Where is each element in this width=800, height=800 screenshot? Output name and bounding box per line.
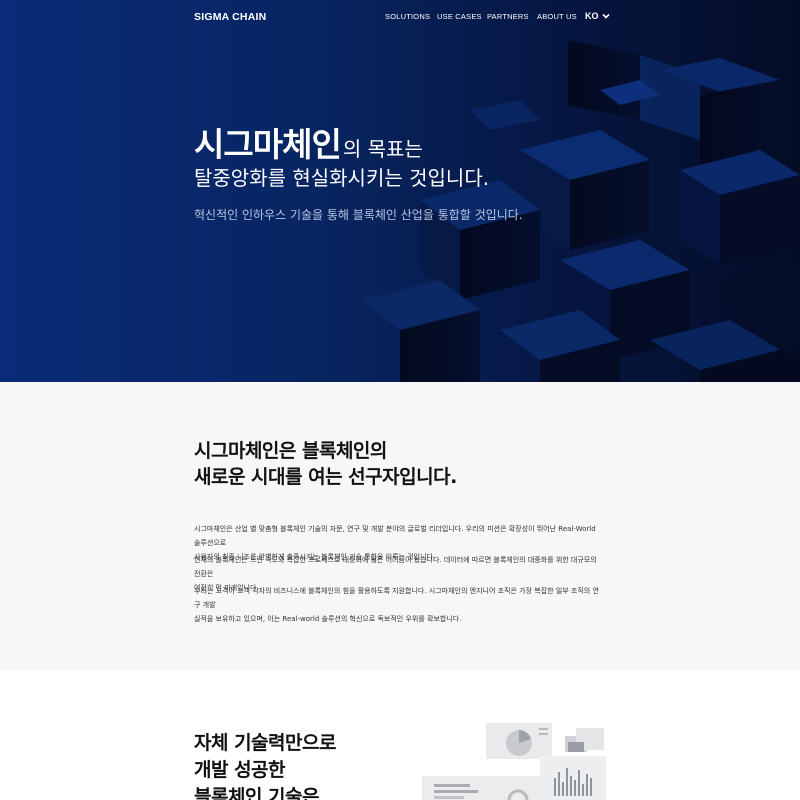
language-selector[interactable]: KO xyxy=(585,11,611,21)
paragraph-line: 실적을 보유하고 있으며, 이는 Real-world 솔루션의 혁신으로 독보… xyxy=(194,615,462,623)
tech-title: 자체 기술력만으로 개발 성공한 블록체인 기술은 xyxy=(194,730,336,800)
paragraph-line: 우리는 고객이 고객 각자의 비즈니스에 블록체인의 힘을 활용하도록 지원합니… xyxy=(194,587,599,609)
about-title: 시그마체인은 블록체인의 새로운 시대를 여는 선구자입니다. xyxy=(194,438,457,490)
logo[interactable]: SIGMA CHAIN xyxy=(194,11,266,23)
about-title-line1: 시그마체인은 블록체인의 xyxy=(194,440,387,462)
hero-title-line2: 탈중앙화를 현실화시키는 것입니다. xyxy=(194,166,490,190)
paragraph-line: 시그마체인은 산업 별 맞춤형 블록체인 기술의 자문, 연구 및 개발 분야의… xyxy=(194,525,596,547)
hero-subtitle: 혁신적인 인하우스 기술을 통해 블록체인 산업을 통합할 것입니다. xyxy=(194,208,523,222)
nav-use-cases[interactable]: USE CASES xyxy=(437,12,482,21)
tech-title-line3: 블록체인 기술은 xyxy=(194,786,319,800)
hero-section: SIGMA CHAIN SOLUTIONS USE CASES PARTNERS… xyxy=(0,0,800,382)
hero-title-suffix: 의 목표는 xyxy=(342,137,423,161)
tech-title-line2: 개발 성공한 xyxy=(194,759,286,781)
page: SIGMA CHAIN SOLUTIONS USE CASES PARTNERS… xyxy=(0,0,800,800)
nav-partners[interactable]: PARTNERS xyxy=(487,12,529,21)
paragraph-line: 현재의 블록체인은 느린 속도와 복잡한 프로세스로 대중화에 많은 어려움이 … xyxy=(194,556,597,578)
chevron-down-icon xyxy=(601,13,610,19)
top-nav: SIGMA CHAIN SOLUTIONS USE CASES PARTNERS… xyxy=(0,0,800,34)
about-title-line2: 새로운 시대를 여는 선구자입니다. xyxy=(194,466,457,488)
about-paragraph-3: 우리는 고객이 고객 각자의 비즈니스에 블록체인의 힘을 활용하도록 지원합니… xyxy=(194,584,604,626)
tech-illustration xyxy=(422,723,606,800)
tech-section xyxy=(0,670,800,800)
hero-title-brand: 시그마체인 xyxy=(194,125,342,164)
hero-title: 시그마체인 의 목표는 탈중앙화를 현실화시키는 것입니다. xyxy=(194,125,614,193)
tech-title-line1: 자체 기술력만으로 xyxy=(194,732,336,754)
language-label: KO xyxy=(585,11,599,21)
nav-about-us[interactable]: ABOUT US xyxy=(537,12,577,21)
nav-solutions[interactable]: SOLUTIONS xyxy=(385,12,430,21)
